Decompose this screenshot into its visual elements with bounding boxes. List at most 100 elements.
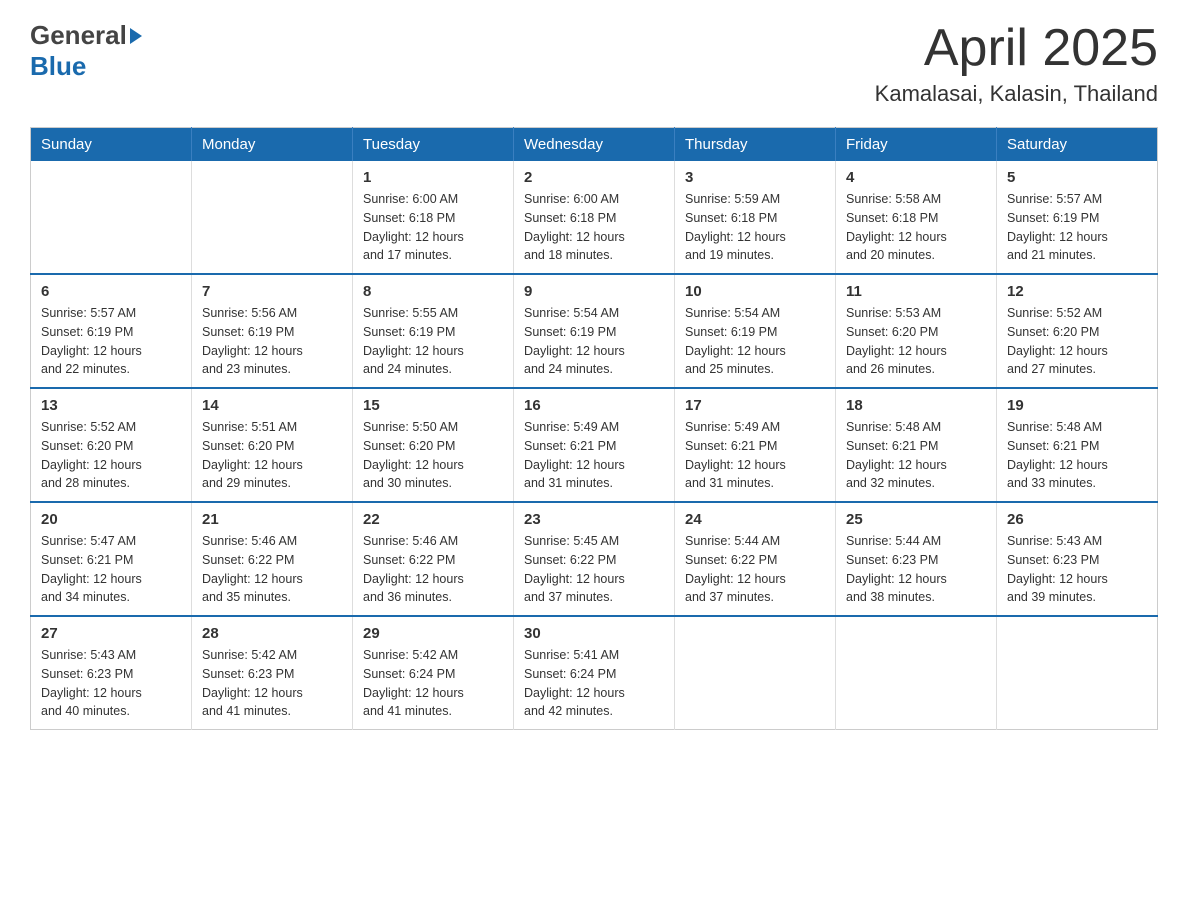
calendar-week-row: 20 Sunrise: 5:47 AMSunset: 6:21 PMDayligh…	[31, 502, 1158, 616]
day-info: Sunrise: 5:48 AMSunset: 6:21 PMDaylight:…	[846, 418, 986, 493]
calendar-cell	[836, 616, 997, 730]
weekday-header-thursday: Thursday	[675, 128, 836, 162]
day-info: Sunrise: 5:49 AMSunset: 6:21 PMDaylight:…	[524, 418, 664, 493]
day-number: 20	[41, 511, 181, 528]
day-info: Sunrise: 5:46 AMSunset: 6:22 PMDaylight:…	[363, 532, 503, 607]
calendar-cell: 26 Sunrise: 5:43 AMSunset: 6:23 PMDayligh…	[997, 502, 1158, 616]
day-info: Sunrise: 5:45 AMSunset: 6:22 PMDaylight:…	[524, 532, 664, 607]
calendar-cell	[31, 161, 192, 274]
day-number: 4	[846, 169, 986, 186]
day-info: Sunrise: 5:44 AMSunset: 6:22 PMDaylight:…	[685, 532, 825, 607]
calendar-cell: 16Sunrise: 5:49 AMSunset: 6:21 PMDayligh…	[514, 388, 675, 502]
day-number: 21	[202, 511, 342, 528]
weekday-header-tuesday: Tuesday	[353, 128, 514, 162]
calendar-cell: 11Sunrise: 5:53 AMSunset: 6:20 PMDayligh…	[836, 274, 997, 388]
calendar-cell: 30Sunrise: 5:41 AMSunset: 6:24 PMDayligh…	[514, 616, 675, 730]
day-number: 28	[202, 625, 342, 642]
calendar-cell	[675, 616, 836, 730]
calendar-cell: 29 Sunrise: 5:42 AMSunset: 6:24 PMDayligh…	[353, 616, 514, 730]
calendar-cell: 17 Sunrise: 5:49 AMSunset: 6:21 PMDayligh…	[675, 388, 836, 502]
day-number: 25	[846, 511, 986, 528]
day-number: 6	[41, 283, 181, 300]
calendar-cell: 23Sunrise: 5:45 AMSunset: 6:22 PMDayligh…	[514, 502, 675, 616]
day-info: Sunrise: 5:59 AMSunset: 6:18 PMDaylight:…	[685, 190, 825, 265]
calendar-cell: 21 Sunrise: 5:46 AMSunset: 6:22 PMDayligh…	[192, 502, 353, 616]
day-number: 29	[363, 625, 503, 642]
logo-arrow-icon	[130, 28, 142, 44]
calendar-week-row: 27 Sunrise: 5:43 AMSunset: 6:23 PMDayligh…	[31, 616, 1158, 730]
day-info: Sunrise: 5:42 AMSunset: 6:24 PMDaylight:…	[363, 646, 503, 721]
day-info: Sunrise: 5:42 AMSunset: 6:23 PMDaylight:…	[202, 646, 342, 721]
day-info: Sunrise: 5:54 AMSunset: 6:19 PMDaylight:…	[685, 304, 825, 379]
calendar-header-row: SundayMondayTuesdayWednesdayThursdayFrid…	[31, 128, 1158, 162]
calendar-cell	[192, 161, 353, 274]
day-number: 18	[846, 397, 986, 414]
day-info: Sunrise: 5:43 AMSunset: 6:23 PMDaylight:…	[1007, 532, 1147, 607]
calendar-cell: 1 Sunrise: 6:00 AMSunset: 6:18 PMDaylight…	[353, 161, 514, 274]
day-info: Sunrise: 5:52 AMSunset: 6:20 PMDaylight:…	[41, 418, 181, 493]
day-info: Sunrise: 6:00 AMSunset: 6:18 PMDaylight:…	[524, 190, 664, 265]
day-info: Sunrise: 5:50 AMSunset: 6:20 PMDaylight:…	[363, 418, 503, 493]
day-number: 7	[202, 283, 342, 300]
calendar-cell: 28 Sunrise: 5:42 AMSunset: 6:23 PMDayligh…	[192, 616, 353, 730]
day-info: Sunrise: 5:57 AMSunset: 6:19 PMDaylight:…	[1007, 190, 1147, 265]
calendar-week-row: 6 Sunrise: 5:57 AMSunset: 6:19 PMDaylight…	[31, 274, 1158, 388]
day-info: Sunrise: 6:00 AMSunset: 6:18 PMDaylight:…	[363, 190, 503, 265]
title-section: April 2025 Kamalasai, Kalasin, Thailand	[875, 20, 1158, 107]
day-number: 14	[202, 397, 342, 414]
logo-general-text: General	[30, 20, 127, 51]
calendar-week-row: 13Sunrise: 5:52 AMSunset: 6:20 PMDayligh…	[31, 388, 1158, 502]
day-info: Sunrise: 5:47 AMSunset: 6:21 PMDaylight:…	[41, 532, 181, 607]
day-number: 17	[685, 397, 825, 414]
day-info: Sunrise: 5:41 AMSunset: 6:24 PMDaylight:…	[524, 646, 664, 721]
calendar-cell: 5Sunrise: 5:57 AMSunset: 6:19 PMDaylight…	[997, 161, 1158, 274]
day-number: 26	[1007, 511, 1147, 528]
day-number: 24	[685, 511, 825, 528]
calendar-cell: 6 Sunrise: 5:57 AMSunset: 6:19 PMDaylight…	[31, 274, 192, 388]
day-number: 10	[685, 283, 825, 300]
calendar-cell: 9 Sunrise: 5:54 AMSunset: 6:19 PMDaylight…	[514, 274, 675, 388]
logo-blue-text: Blue	[30, 51, 86, 81]
month-title: April 2025	[875, 20, 1158, 77]
day-info: Sunrise: 5:54 AMSunset: 6:19 PMDaylight:…	[524, 304, 664, 379]
day-number: 22	[363, 511, 503, 528]
day-number: 15	[363, 397, 503, 414]
day-number: 2	[524, 169, 664, 186]
day-info: Sunrise: 5:56 AMSunset: 6:19 PMDaylight:…	[202, 304, 342, 379]
calendar-cell: 10 Sunrise: 5:54 AMSunset: 6:19 PMDayligh…	[675, 274, 836, 388]
weekday-header-sunday: Sunday	[31, 128, 192, 162]
calendar-cell: 3 Sunrise: 5:59 AMSunset: 6:18 PMDaylight…	[675, 161, 836, 274]
day-info: Sunrise: 5:44 AMSunset: 6:23 PMDaylight:…	[846, 532, 986, 607]
weekday-header-saturday: Saturday	[997, 128, 1158, 162]
day-number: 12	[1007, 283, 1147, 300]
calendar-cell: 13Sunrise: 5:52 AMSunset: 6:20 PMDayligh…	[31, 388, 192, 502]
day-number: 3	[685, 169, 825, 186]
calendar-cell	[997, 616, 1158, 730]
calendar-cell: 18 Sunrise: 5:48 AMSunset: 6:21 PMDayligh…	[836, 388, 997, 502]
day-number: 1	[363, 169, 503, 186]
calendar-cell: 4 Sunrise: 5:58 AMSunset: 6:18 PMDaylight…	[836, 161, 997, 274]
day-number: 9	[524, 283, 664, 300]
day-info: Sunrise: 5:46 AMSunset: 6:22 PMDaylight:…	[202, 532, 342, 607]
calendar-cell: 22 Sunrise: 5:46 AMSunset: 6:22 PMDayligh…	[353, 502, 514, 616]
day-info: Sunrise: 5:57 AMSunset: 6:19 PMDaylight:…	[41, 304, 181, 379]
calendar-cell: 7 Sunrise: 5:56 AMSunset: 6:19 PMDaylight…	[192, 274, 353, 388]
day-info: Sunrise: 5:43 AMSunset: 6:23 PMDaylight:…	[41, 646, 181, 721]
calendar-cell: 27 Sunrise: 5:43 AMSunset: 6:23 PMDayligh…	[31, 616, 192, 730]
day-number: 19	[1007, 397, 1147, 414]
calendar-table: SundayMondayTuesdayWednesdayThursdayFrid…	[30, 127, 1158, 730]
calendar-cell: 15 Sunrise: 5:50 AMSunset: 6:20 PMDayligh…	[353, 388, 514, 502]
calendar-cell: 12 Sunrise: 5:52 AMSunset: 6:20 PMDayligh…	[997, 274, 1158, 388]
day-info: Sunrise: 5:55 AMSunset: 6:19 PMDaylight:…	[363, 304, 503, 379]
day-number: 27	[41, 625, 181, 642]
calendar-cell: 14 Sunrise: 5:51 AMSunset: 6:20 PMDayligh…	[192, 388, 353, 502]
day-info: Sunrise: 5:51 AMSunset: 6:20 PMDaylight:…	[202, 418, 342, 493]
day-info: Sunrise: 5:48 AMSunset: 6:21 PMDaylight:…	[1007, 418, 1147, 493]
location-title: Kamalasai, Kalasin, Thailand	[875, 81, 1158, 107]
day-info: Sunrise: 5:58 AMSunset: 6:18 PMDaylight:…	[846, 190, 986, 265]
day-number: 8	[363, 283, 503, 300]
day-info: Sunrise: 5:49 AMSunset: 6:21 PMDaylight:…	[685, 418, 825, 493]
calendar-week-row: 1 Sunrise: 6:00 AMSunset: 6:18 PMDaylight…	[31, 161, 1158, 274]
calendar-cell: 8 Sunrise: 5:55 AMSunset: 6:19 PMDaylight…	[353, 274, 514, 388]
day-info: Sunrise: 5:52 AMSunset: 6:20 PMDaylight:…	[1007, 304, 1147, 379]
